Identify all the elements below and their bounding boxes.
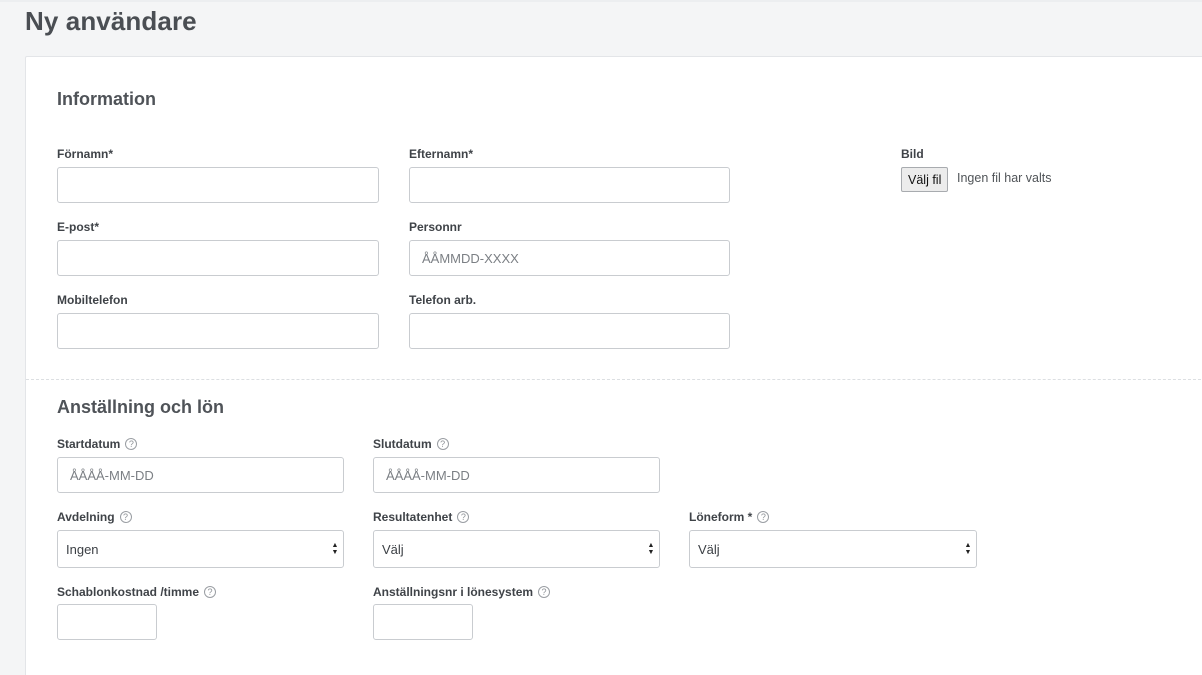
resultunit-select-value: Välj xyxy=(382,541,404,557)
department-label: Avdelning ? xyxy=(57,510,132,524)
help-icon[interactable]: ? xyxy=(757,511,770,523)
section-title-employment: Anställning och lön xyxy=(57,397,224,417)
help-icon[interactable]: ? xyxy=(125,438,138,450)
employeenr-label: Anställningsnr i lönesystem ? xyxy=(373,585,551,599)
employeenr-input[interactable] xyxy=(373,604,473,640)
resultunit-select[interactable]: Välj ▲ ▼ xyxy=(373,530,660,568)
help-icon[interactable]: ? xyxy=(457,511,470,523)
resultunit-label-text: Resultatenhet xyxy=(373,510,453,524)
employeenr-label-text: Anställningsnr i lönesystem xyxy=(373,585,534,599)
select-arrows-icon: ▲ ▼ xyxy=(331,542,339,556)
lastname-input[interactable] xyxy=(409,167,730,203)
startdate-label: Startdatum ? xyxy=(57,437,138,451)
user-form-card: Information Förnamn* Efternamn* Bild Väl… xyxy=(25,56,1202,675)
select-arrows-icon: ▲ ▼ xyxy=(647,542,655,556)
email-label: E-post* xyxy=(57,220,99,234)
section-title-information: Information xyxy=(57,89,156,109)
workphone-label: Telefon arb. xyxy=(409,293,477,307)
salaryform-label: Löneform * ? xyxy=(689,510,770,524)
startdate-input[interactable] xyxy=(57,457,344,493)
help-icon[interactable]: ? xyxy=(204,586,217,598)
choose-file-button[interactable]: Välj fil xyxy=(901,167,949,192)
help-icon[interactable]: ? xyxy=(538,586,551,598)
select-arrows-icon: ▲ ▼ xyxy=(964,542,972,556)
picture-label: Bild xyxy=(901,147,924,161)
section-divider xyxy=(26,379,1202,380)
enddate-input[interactable] xyxy=(373,457,660,493)
page-title: Ny användare xyxy=(25,6,197,36)
help-icon[interactable]: ? xyxy=(119,511,132,523)
personnr-label: Personnr xyxy=(409,220,462,234)
file-status-text: Ingen fil har valts xyxy=(957,171,1052,185)
standardcost-label: Schablonkostnad /timme ? xyxy=(57,585,217,599)
department-select-value: Ingen xyxy=(66,541,99,557)
salaryform-label-text: Löneform * xyxy=(689,510,753,524)
resultunit-label: Resultatenhet ? xyxy=(373,510,470,524)
standardcost-input[interactable] xyxy=(57,604,157,640)
salaryform-select-value: Välj xyxy=(698,541,720,557)
firstname-input[interactable] xyxy=(57,167,379,203)
department-label-text: Avdelning xyxy=(57,510,115,524)
department-select[interactable]: Ingen ▲ ▼ xyxy=(57,530,344,568)
help-icon[interactable]: ? xyxy=(436,438,449,450)
mobile-label: Mobiltelefon xyxy=(57,293,128,307)
enddate-label-text: Slutdatum xyxy=(373,437,432,451)
personnr-input[interactable] xyxy=(409,240,730,276)
salaryform-select[interactable]: Välj ▲ ▼ xyxy=(689,530,977,568)
standardcost-label-text: Schablonkostnad /timme xyxy=(57,585,200,599)
firstname-label: Förnamn* xyxy=(57,147,114,161)
workphone-input[interactable] xyxy=(409,313,730,349)
mobile-input[interactable] xyxy=(57,313,379,349)
email-input[interactable] xyxy=(57,240,379,276)
lastname-label: Efternamn* xyxy=(409,147,474,161)
top-border xyxy=(0,0,1202,2)
startdate-label-text: Startdatum xyxy=(57,437,121,451)
enddate-label: Slutdatum ? xyxy=(373,437,449,451)
